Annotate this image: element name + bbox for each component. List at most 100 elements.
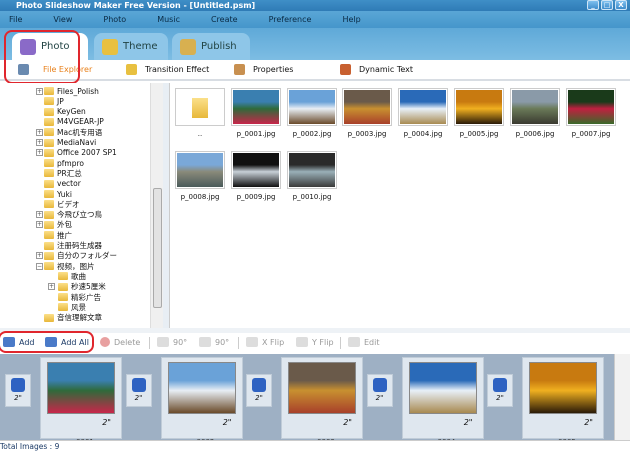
file-item[interactable]: p_0004.jpg bbox=[396, 88, 450, 138]
menu-preference[interactable]: Preference bbox=[269, 15, 312, 24]
transition-slot[interactable]: 2" bbox=[246, 374, 272, 407]
tree-node[interactable]: KeyGen bbox=[44, 107, 86, 117]
subtab-dynamic-text[interactable]: Dynamic Text bbox=[340, 64, 413, 75]
menu-view[interactable]: View bbox=[53, 15, 72, 24]
menu-photo[interactable]: Photo bbox=[103, 15, 126, 24]
folder-icon bbox=[44, 107, 54, 116]
photo-image bbox=[289, 90, 335, 124]
photo-thumbnail bbox=[287, 88, 337, 126]
file-name: p_0002.jpg bbox=[292, 130, 332, 138]
timeline-slide[interactable]: 2"p_0005 bbox=[522, 357, 604, 446]
tree-node[interactable]: ビデオ bbox=[44, 199, 80, 209]
x-flip-button[interactable]: X Flip bbox=[246, 337, 284, 347]
transition-slot[interactable]: 2" bbox=[366, 374, 393, 407]
expand-toggle[interactable]: + bbox=[48, 283, 55, 291]
properties-icon bbox=[234, 64, 245, 75]
expand-toggle[interactable]: + bbox=[36, 252, 43, 260]
timeline-slide[interactable]: 2"p_0001 bbox=[40, 357, 122, 446]
tree-node[interactable]: Files_Polish bbox=[44, 86, 99, 96]
file-item[interactable]: p_0005.jpg bbox=[452, 88, 506, 138]
tree-scrollbar[interactable] bbox=[150, 83, 163, 328]
tree-node[interactable]: 自分のフォルダー bbox=[44, 251, 117, 261]
tab-label: Theme bbox=[123, 41, 158, 52]
expand-toggle[interactable]: + bbox=[36, 128, 43, 136]
scroll-thumb[interactable] bbox=[153, 188, 162, 308]
rotate-left-button[interactable]: 90° bbox=[157, 337, 187, 347]
tree-node[interactable]: MediaNavi bbox=[44, 138, 96, 148]
file-item[interactable]: p_0010.jpg bbox=[285, 151, 339, 201]
transition-duration: 2" bbox=[375, 394, 384, 402]
tree-node[interactable]: 推广 bbox=[44, 230, 72, 240]
delete-button[interactable]: Delete bbox=[100, 337, 140, 347]
file-item[interactable]: p_0003.jpg bbox=[340, 88, 394, 138]
expand-toggle[interactable]: + bbox=[36, 211, 43, 219]
file-item[interactable]: .. bbox=[173, 88, 227, 138]
tree-node[interactable]: 音信理解文章 bbox=[44, 313, 102, 323]
transition-slot[interactable]: 2" bbox=[125, 374, 152, 407]
divider bbox=[149, 337, 150, 349]
star-icon bbox=[126, 64, 137, 75]
file-item[interactable]: p_0008.jpg bbox=[173, 151, 227, 201]
file-item[interactable]: p_0001.jpg bbox=[229, 88, 283, 138]
tree-node[interactable]: Office 2007 SP1 bbox=[44, 148, 117, 158]
tree-node[interactable]: 风景 bbox=[58, 302, 86, 312]
minimize-button[interactable]: _ bbox=[587, 0, 599, 10]
menu-file[interactable]: File bbox=[9, 15, 22, 24]
tab-theme[interactable]: Theme bbox=[94, 33, 168, 60]
transition-slot[interactable]: 2" bbox=[487, 374, 513, 407]
tree-node[interactable]: 歌曲 bbox=[58, 271, 86, 281]
edit-button[interactable]: Edit bbox=[348, 337, 380, 347]
maximize-button[interactable]: □ bbox=[601, 0, 613, 10]
y-flip-button[interactable]: Y Flip bbox=[296, 337, 334, 347]
timeline-slide[interactable]: 2"p_0004 bbox=[401, 357, 484, 446]
tree-node[interactable]: 今飛び立つ鳥 bbox=[44, 210, 102, 220]
timeline-scrollbar[interactable] bbox=[614, 354, 630, 440]
expand-toggle[interactable]: − bbox=[36, 262, 43, 270]
tab-publish[interactable]: Publish bbox=[172, 33, 250, 60]
tree-node[interactable]: PR汇总 bbox=[44, 168, 82, 178]
tree-node-label: JP bbox=[57, 96, 64, 106]
tree-node-label: pfmpro bbox=[57, 158, 84, 168]
subtab-properties[interactable]: Properties bbox=[234, 64, 293, 75]
transition-duration: 2" bbox=[496, 394, 504, 402]
menu-help[interactable]: Help bbox=[342, 15, 360, 24]
expand-toggle[interactable]: + bbox=[36, 87, 43, 95]
tree-node[interactable]: Yuki bbox=[44, 189, 72, 199]
tree-node[interactable]: JP bbox=[44, 96, 64, 106]
timeline-slide[interactable]: 2"p_0003 bbox=[281, 357, 363, 446]
folder-icon bbox=[44, 210, 54, 219]
timeline-slide[interactable]: 2"p_0002 bbox=[160, 357, 243, 446]
expand-toggle[interactable]: + bbox=[36, 149, 43, 157]
tree-node[interactable]: 精彩广告 bbox=[58, 292, 101, 302]
expand-toggle[interactable]: + bbox=[36, 139, 43, 146]
tree-node[interactable]: 外包 bbox=[44, 220, 72, 230]
tree-node[interactable]: M4VGEAR-JP bbox=[44, 117, 104, 127]
close-button[interactable]: X bbox=[615, 0, 627, 10]
tree-node[interactable]: Mac机专用语 bbox=[44, 127, 102, 137]
tree-node[interactable]: 秒速5厘米 bbox=[58, 282, 106, 292]
x-flip-icon bbox=[246, 337, 258, 347]
tree-node[interactable]: 注册码生成器 bbox=[44, 241, 102, 251]
folder-icon bbox=[44, 231, 54, 240]
file-item[interactable]: p_0009.jpg bbox=[229, 151, 283, 201]
menu-create[interactable]: Create bbox=[211, 15, 238, 24]
subtab-transition-effect[interactable]: Transition Effect bbox=[126, 64, 209, 75]
theme-icon bbox=[102, 38, 118, 55]
tree-node-label: PR汇总 bbox=[57, 168, 82, 178]
file-item[interactable]: p_0006.jpg bbox=[508, 88, 562, 138]
tree-node[interactable]: pfmpro bbox=[44, 158, 84, 168]
rotate-right-button[interactable]: 90° bbox=[199, 337, 229, 347]
slide-duration: 2" bbox=[584, 418, 593, 427]
label: 90° bbox=[215, 337, 230, 347]
y-flip-icon bbox=[296, 337, 308, 347]
expand-toggle[interactable]: + bbox=[36, 221, 43, 229]
transition-slot[interactable]: 2" bbox=[5, 374, 31, 407]
folder-icon bbox=[58, 272, 68, 281]
tree-node[interactable]: 视频，图片 bbox=[44, 261, 95, 271]
tree-node[interactable]: vector bbox=[44, 179, 81, 189]
tree-node-label: Mac机专用语 bbox=[57, 127, 103, 137]
file-item[interactable]: p_0002.jpg bbox=[285, 88, 339, 138]
file-item[interactable]: p_0007.jpg bbox=[564, 88, 618, 138]
transition-icon bbox=[131, 378, 146, 392]
menu-music[interactable]: Music bbox=[157, 15, 180, 24]
